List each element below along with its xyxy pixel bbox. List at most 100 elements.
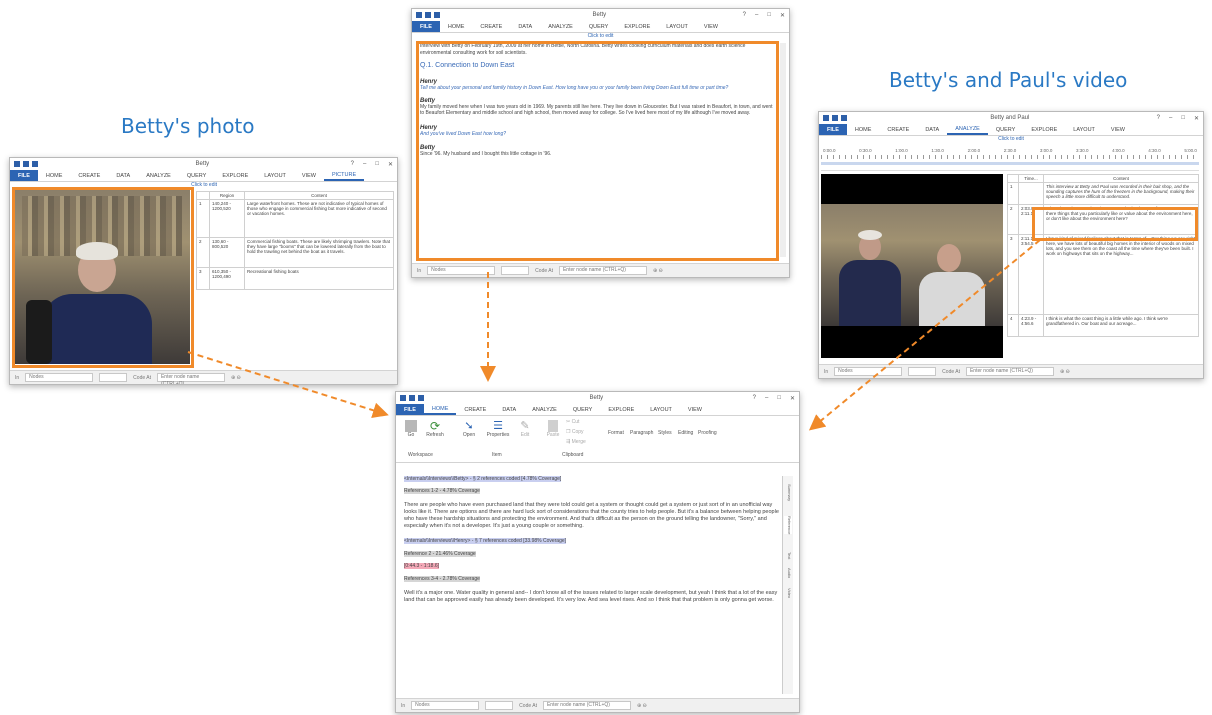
tab-analyze[interactable]: ANALYZE — [524, 404, 565, 415]
content-column-header[interactable]: Content — [1043, 174, 1199, 183]
tab-create[interactable]: CREATE — [70, 170, 108, 181]
paste-button[interactable]: Paste — [544, 420, 562, 438]
zoom-icon[interactable]: ⊕ ⊖ — [637, 703, 647, 709]
close-icon[interactable]: ✕ — [388, 161, 393, 168]
tab-create[interactable]: CREATE — [879, 124, 917, 135]
code-at-box[interactable] — [908, 367, 937, 376]
properties-button[interactable]: ☰ Properties — [484, 420, 512, 438]
zoom-icon[interactable]: ⊕ ⊖ — [1060, 369, 1070, 375]
help-icon[interactable]: ? — [1157, 115, 1160, 122]
content-cell[interactable]: Commercial fishing boats. These are like… — [244, 237, 394, 268]
tab-view[interactable]: VIEW — [680, 404, 710, 415]
tab-home[interactable]: HOME — [847, 124, 880, 135]
editing-button[interactable]: Editing — [678, 430, 693, 436]
tab-picture[interactable]: PICTURE — [323, 170, 365, 181]
tab-layout[interactable]: LAYOUT — [1065, 124, 1103, 135]
table-row[interactable]: 4 4:23.9 - 4:56.6 I think is what the co… — [1007, 314, 1199, 337]
tab-analyze[interactable]: ANALYZE — [947, 124, 988, 135]
tab-data[interactable]: DATA — [510, 21, 540, 32]
tab-analyze[interactable]: ANALYZE — [540, 21, 581, 32]
maximize-icon[interactable]: □ — [1181, 115, 1185, 122]
minimize-icon[interactable]: – — [765, 395, 768, 402]
query-results-body[interactable]: <Internals\\Interviews\\Betty> - § 2 ref… — [404, 476, 779, 694]
content-cell[interactable]: Recreational fishing boats — [244, 267, 394, 290]
table-row[interactable]: 3 2:11.1 - 3:54.5 I have kind of mixed f… — [1007, 234, 1199, 315]
tab-view[interactable]: VIEW — [696, 21, 726, 32]
minimize-icon[interactable]: – — [755, 12, 758, 19]
side-tab-audio[interactable]: Audio — [784, 568, 792, 578]
content-cell[interactable]: I have kind of mixed feelings about that… — [1043, 234, 1199, 315]
minimize-icon[interactable]: – — [363, 161, 366, 168]
source-link[interactable]: <Internals\\Interviews\\Betty> - § 2 ref… — [404, 476, 562, 482]
go-button[interactable]: Go — [402, 420, 420, 438]
help-icon[interactable]: ? — [351, 161, 354, 168]
code-at-box[interactable] — [501, 266, 530, 275]
video-player[interactable] — [821, 174, 1003, 358]
enter-node-input[interactable]: Enter node name (CTRL+Q) — [156, 373, 225, 384]
tab-file[interactable]: FILE — [412, 21, 440, 32]
click-to-edit[interactable]: Click to edit — [412, 33, 789, 40]
quick-access-toolbar[interactable] — [400, 395, 440, 401]
tab-file[interactable]: FILE — [10, 170, 38, 181]
tab-view[interactable]: VIEW — [1103, 124, 1133, 135]
code-at-box[interactable] — [99, 373, 128, 382]
tab-layout[interactable]: LAYOUT — [658, 21, 696, 32]
tab-query[interactable]: QUERY — [179, 170, 214, 181]
tab-home[interactable]: HOME — [38, 170, 71, 181]
nodes-dropdown[interactable]: Nodes — [25, 373, 94, 382]
merge-button[interactable]: ⇶ Merge — [566, 439, 586, 445]
minimize-icon[interactable]: – — [1169, 115, 1172, 122]
help-icon[interactable]: ? — [753, 395, 756, 402]
region-column-header[interactable]: Region — [209, 191, 245, 200]
tab-file[interactable]: FILE — [819, 124, 847, 135]
vertical-scrollbar[interactable] — [780, 43, 786, 257]
tab-home[interactable]: HOME — [423, 404, 457, 415]
tab-explore[interactable]: EXPLORE — [1023, 124, 1065, 135]
timespan-cell[interactable] — [1018, 182, 1044, 205]
edit-button[interactable]: ✎ Edit — [516, 420, 534, 438]
source-link[interactable]: <Internals\\Interviews\\Henry> - § 7 ref… — [404, 538, 567, 544]
enter-node-input[interactable]: Enter node name (CTRL+Q) — [558, 266, 647, 275]
maximize-icon[interactable]: □ — [375, 161, 379, 168]
tab-layout[interactable]: LAYOUT — [256, 170, 294, 181]
styles-button[interactable]: Styles — [658, 430, 672, 436]
table-row[interactable]: 2 130,60 - 800,520 Commercial fishing bo… — [196, 237, 394, 268]
tab-file[interactable]: FILE — [396, 404, 424, 415]
close-icon[interactable]: ✕ — [1194, 115, 1199, 122]
tab-query[interactable]: QUERY — [581, 21, 616, 32]
content-cell[interactable]: I think is what the coast thing is a lit… — [1043, 314, 1199, 337]
side-tab-video[interactable]: Video — [784, 588, 792, 598]
media-timeline[interactable]: 0:00.0 0:30.0 1:00.0 1:30.0 2:00.0 2:30.… — [821, 148, 1199, 171]
refresh-button[interactable]: ⟳ Refresh — [424, 420, 446, 438]
maximize-icon[interactable]: □ — [767, 12, 771, 19]
tab-home[interactable]: HOME — [440, 21, 473, 32]
nodes-dropdown[interactable]: Nodes — [411, 701, 480, 710]
tab-query[interactable]: QUERY — [988, 124, 1023, 135]
code-at-box[interactable] — [485, 701, 514, 710]
content-column-header[interactable]: Content — [244, 191, 394, 200]
side-tab-reference[interactable]: Reference — [784, 516, 792, 535]
timespan-column-header[interactable]: Time... — [1018, 174, 1044, 183]
tab-explore[interactable]: EXPLORE — [214, 170, 256, 181]
tab-create[interactable]: CREATE — [456, 404, 494, 415]
tab-data[interactable]: DATA — [108, 170, 138, 181]
zoom-icon[interactable]: ⊕ ⊖ — [653, 268, 663, 274]
cut-button[interactable]: ✂ Cut — [566, 419, 579, 425]
timespan-cell[interactable]: 2:11.1 - 3:54.5 — [1018, 234, 1044, 315]
zoom-icon[interactable]: ⊕ ⊖ — [231, 375, 241, 381]
tab-data[interactable]: DATA — [494, 404, 524, 415]
tab-create[interactable]: CREATE — [472, 21, 510, 32]
open-button[interactable]: ➘ Open — [458, 420, 480, 438]
format-button[interactable]: Format — [608, 430, 624, 436]
proofing-button[interactable]: Proofing — [698, 430, 717, 436]
side-tab-text[interactable]: Text — [784, 552, 792, 559]
table-row[interactable]: 1 140,240 - 1200,520 Large waterfront ho… — [196, 199, 394, 238]
enter-node-input[interactable]: Enter node name (CTRL+Q) — [965, 367, 1054, 376]
close-icon[interactable]: ✕ — [790, 395, 795, 402]
paragraph-button[interactable]: Paragraph — [630, 430, 653, 436]
nodes-dropdown[interactable]: Nodes — [427, 266, 496, 275]
region-cell[interactable]: 130,60 - 800,520 — [209, 237, 245, 268]
quick-access-toolbar[interactable] — [823, 115, 863, 121]
content-cell[interactable]: This interview at Betty and Paul was rec… — [1043, 182, 1199, 205]
nodes-dropdown[interactable]: Nodes — [834, 367, 903, 376]
